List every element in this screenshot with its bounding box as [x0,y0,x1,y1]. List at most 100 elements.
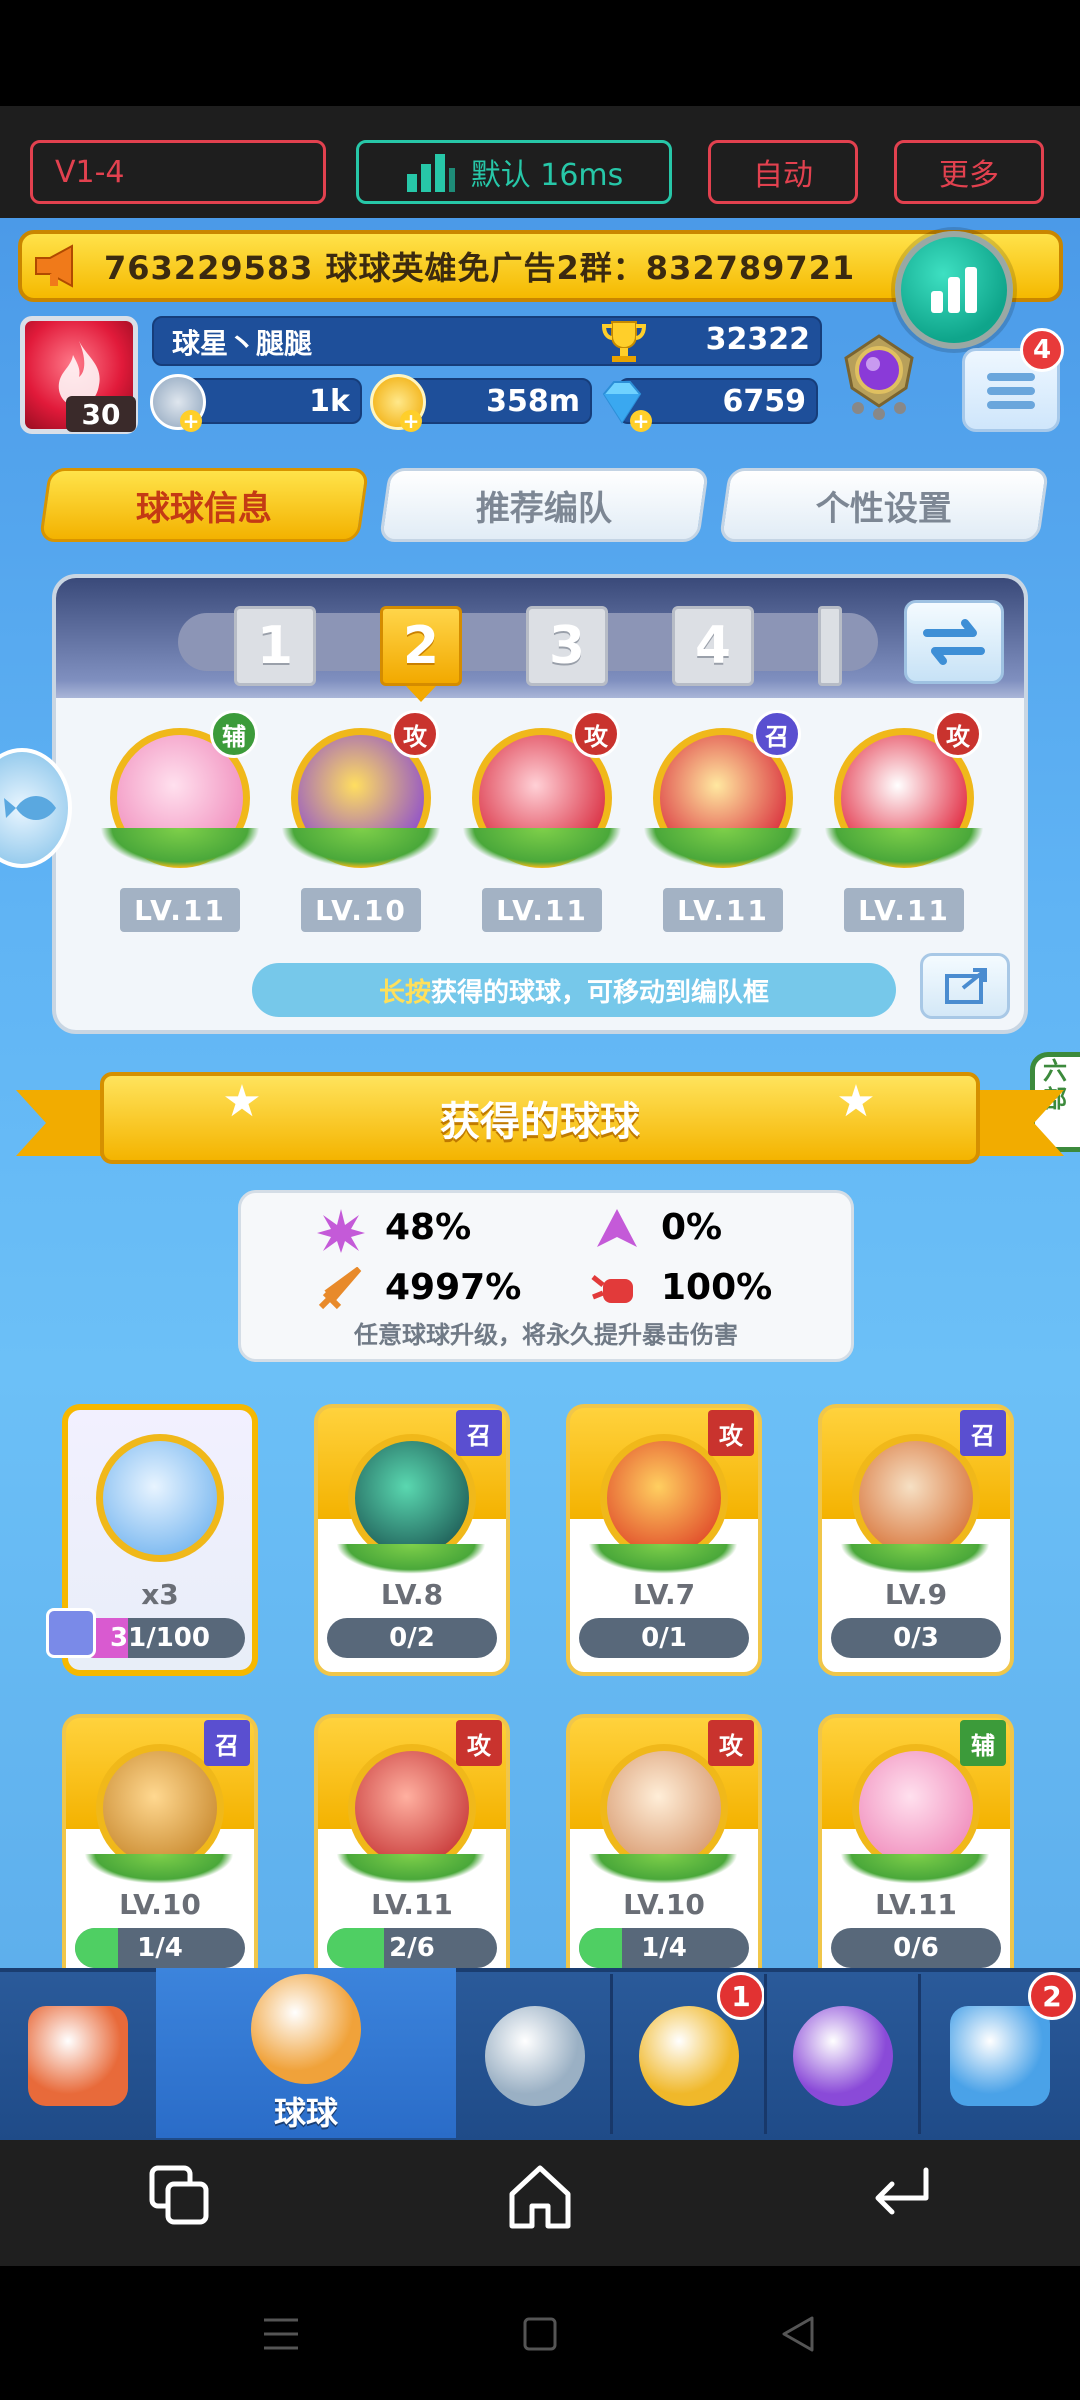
share-button[interactable] [920,953,1010,1019]
side-fish-tab[interactable] [0,748,72,868]
leaf-wreath-icon [588,1544,738,1574]
swap-arrows-icon [923,619,985,665]
card-progress: 0/2 [327,1618,497,1658]
menu-lines-icon[interactable] [262,2316,300,2352]
card-level: LV.10 [623,1888,705,1921]
share-icon [945,968,987,1004]
card-level: LV.8 [380,1578,444,1611]
role-badge: 攻 [934,710,982,758]
role-badge: 辅 [960,1720,1006,1766]
add-gold-icon[interactable]: + [400,410,422,432]
role-badge: 召 [753,710,801,758]
team-panel: 1 2 3 4 辅 LV.11 攻 LV.10 攻 LV.11 召 LV.11 攻 LV.11 长… [52,574,1028,1034]
home-icon[interactable] [506,2160,574,2232]
swap-team-button[interactable] [904,600,1004,684]
leaf-wreath-icon [643,828,803,868]
role-badge: 攻 [572,710,620,758]
recent-apps-icon[interactable] [146,2162,214,2230]
nav-separator [918,1974,921,2134]
role-badge: 召 [204,1720,250,1766]
card-progress: 0/6 [831,1928,1001,1968]
star-icon: ★ [222,1076,262,1127]
card-count: x3 [141,1578,179,1611]
team-ball-level: LV.11 [844,888,964,932]
tab-ball-info[interactable]: 球球信息 [38,468,370,542]
team-slot-2[interactable]: 2 [380,606,462,686]
nav-badge: 2 [1028,1972,1076,2020]
progress-fill [327,1928,384,1968]
fist-value: 100% [661,1267,773,1308]
tab-personal-settings[interactable]: 个性设置 [718,468,1050,542]
add-silver-icon[interactable]: + [180,410,202,432]
player-level: 30 [66,396,136,432]
nav-separator [764,1974,767,2134]
gems-value: 6759 [722,384,807,419]
team-slot-1[interactable]: 1 [234,606,316,686]
add-gems-icon[interactable]: + [630,410,652,432]
dodge-icon [597,1209,637,1247]
version-label: V1-4 [55,154,125,190]
leaf-wreath-icon [840,1854,990,1884]
progress-text: 0/3 [893,1623,939,1653]
auto-button[interactable]: 自动 [708,140,858,204]
leaf-wreath-icon [840,1544,990,1574]
card-progress: 2/6 [327,1928,497,1968]
section-title: 获得的球球 [440,1099,640,1145]
trophy-icon [601,321,647,362]
square-icon[interactable] [522,2316,558,2352]
menu-badge: 4 [1020,328,1064,372]
more-button[interactable]: 更多 [894,140,1044,204]
tab-recommended-team[interactable]: 推荐编队 [378,468,710,542]
role-badge: 攻 [391,710,439,758]
crossed-swords-icon [485,2006,585,2106]
card-level: LV.7 [632,1578,696,1611]
progress-text: 0/2 [389,1623,435,1653]
leaf-wreath-icon [336,1854,486,1884]
team-ball-level: LV.10 [301,888,421,932]
tab-label: 球球信息 [136,488,272,529]
role-badge: 攻 [708,1410,754,1456]
role-badge: 召 [456,1410,502,1456]
leaf-wreath-icon [281,828,441,868]
sword-icon [318,1267,362,1310]
rainbow-gem-ball-icon [96,1434,224,1562]
team-ball-level: LV.11 [663,888,783,932]
rank-badge-icon[interactable] [836,328,922,424]
role-badge: 攻 [456,1720,502,1766]
network-button[interactable]: 默认 16ms [356,140,672,204]
card-level: LV.11 [875,1888,957,1921]
fish-icon [4,796,56,820]
back-icon[interactable] [866,2164,938,2228]
chat-heart-icon [950,2006,1050,2106]
planet-icon [793,2006,893,2106]
team-ball-level: LV.11 [120,888,240,932]
team-hint-bar: 长按 获得的球球，可移动到编队框 [252,963,896,1017]
crit-rate-value: 48% [385,1207,472,1248]
version-button[interactable]: V1-4 [30,140,326,204]
leaf-wreath-icon [588,1854,738,1884]
network-label: 默认 16ms [470,158,624,193]
card-level: LV.11 [371,1888,453,1921]
announcement-text: 763229583 球球英雄免广告2群：832789721 [104,249,856,287]
dodge-value: 0% [661,1207,723,1248]
status-bar [0,0,1080,106]
leaf-wreath-icon [84,1854,234,1884]
team-slot-5[interactable] [818,606,842,686]
progress-text: 1/4 [137,1933,183,1963]
card-level: LV.9 [884,1578,948,1611]
team-ball-level: LV.11 [482,888,602,932]
card-progress: 1/4 [75,1928,245,1968]
role-badge: 攻 [708,1720,754,1766]
crit-stats-panel: 48% 0% 4997% 100% 任意球球升级，将永久提升暴击伤害 [238,1190,854,1362]
triangle-back-icon[interactable] [780,2314,816,2354]
resource1-value: 1k [309,384,350,419]
star-icon: ★ [836,1076,876,1127]
team-slot-4[interactable]: 4 [672,606,754,686]
role-badge: 辅 [210,710,258,758]
card-progress: 31/100 [75,1618,245,1658]
tab-label: 个性设置 [816,488,952,529]
team-slot-3[interactable]: 3 [526,606,608,686]
puzzle-piece-icon [46,1608,96,1658]
whistle-icon [639,2006,739,2106]
progress-text: 2/6 [389,1933,435,1963]
